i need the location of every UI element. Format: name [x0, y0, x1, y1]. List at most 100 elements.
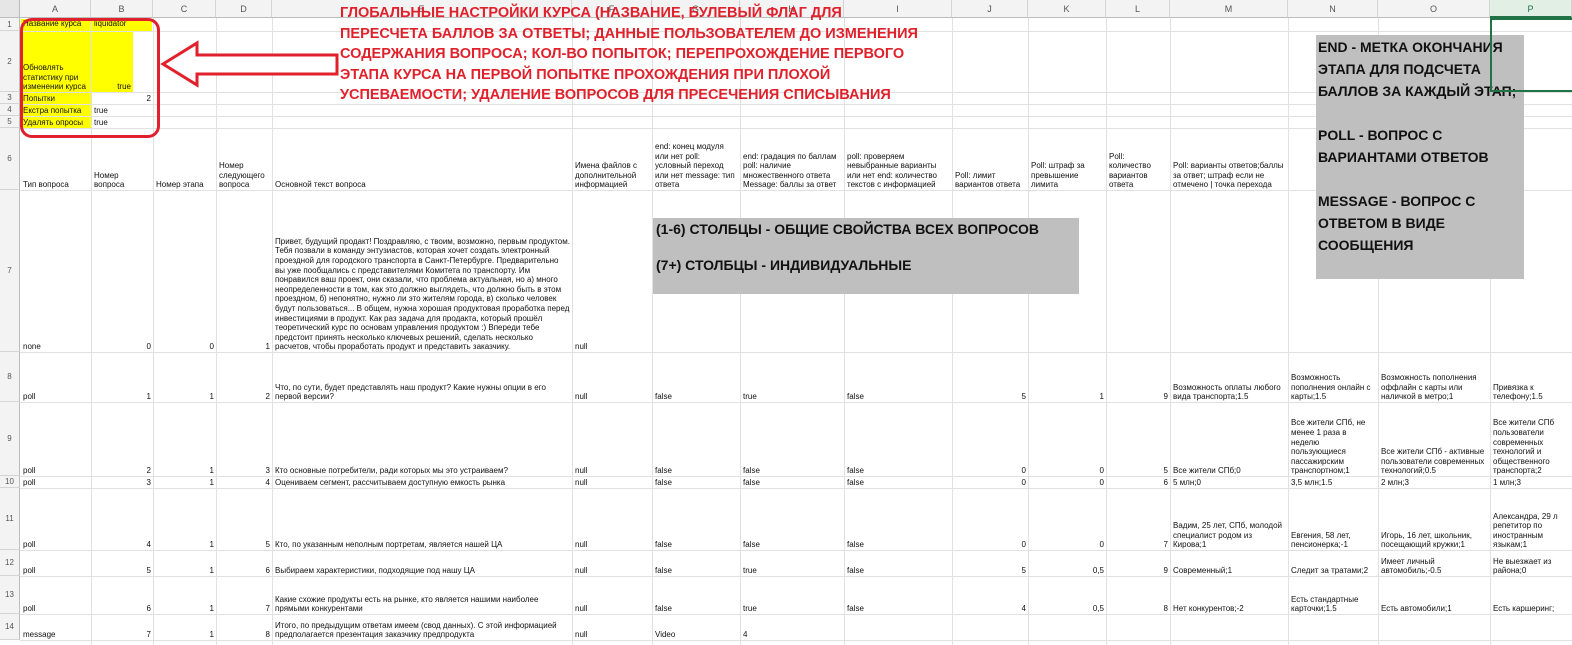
- column-header-o[interactable]: O: [1378, 0, 1490, 18]
- select-all-corner[interactable]: [0, 0, 20, 18]
- cell-g14[interactable]: Video: [653, 615, 740, 640]
- delete-polls-label-cell[interactable]: Удалять опросы: [21, 117, 91, 128]
- column-header-b[interactable]: B: [91, 0, 153, 18]
- extra-attempt-value-cell[interactable]: true: [92, 105, 153, 116]
- row-header-7[interactable]: 7: [0, 190, 20, 352]
- cell-n9[interactable]: Все жители СПб, не менее 1 раза в неделю…: [1289, 403, 1378, 476]
- column-header-d[interactable]: D: [216, 0, 272, 18]
- column-header-a[interactable]: A: [20, 0, 91, 18]
- cell-l12[interactable]: 9: [1107, 551, 1170, 576]
- cell-p9[interactable]: Все жители СПб пользователи современных …: [1491, 403, 1572, 476]
- cell-j8[interactable]: 5: [953, 353, 1028, 402]
- cell-d8[interactable]: 2: [217, 353, 272, 402]
- update-stats-value-cell[interactable]: true: [92, 32, 133, 92]
- cell-l14[interactable]: [1107, 615, 1170, 640]
- cell-f8[interactable]: null: [573, 353, 652, 402]
- cell-o14[interactable]: [1379, 615, 1490, 640]
- cell-m7[interactable]: [1171, 191, 1288, 352]
- header-cell-d[interactable]: Номер следующего вопроса: [217, 129, 272, 190]
- cell-c9[interactable]: 1: [154, 403, 216, 476]
- course-name-label-cell[interactable]: Название курса: [21, 19, 91, 31]
- cell-l8[interactable]: 9: [1107, 353, 1170, 402]
- cell-k11[interactable]: 0: [1029, 489, 1106, 550]
- attempts-label-cell[interactable]: Попытки: [21, 93, 91, 104]
- header-cell-b[interactable]: Номер вопроса: [92, 129, 153, 190]
- cell-n12[interactable]: Следит за тратами;2: [1289, 551, 1378, 576]
- cell-b9[interactable]: 2: [92, 403, 153, 476]
- cell-c12[interactable]: 1: [154, 551, 216, 576]
- cell-h8[interactable]: true: [741, 353, 844, 402]
- cell-p10[interactable]: 1 млн;3: [1491, 477, 1572, 488]
- header-cell-f[interactable]: Имена файлов с дополнительной информацие…: [573, 129, 652, 190]
- column-header-c[interactable]: C: [153, 0, 216, 18]
- column-header-k[interactable]: K: [1028, 0, 1106, 18]
- row-header-8[interactable]: 8: [0, 352, 20, 402]
- cell-p12[interactable]: Не выезжает из района;0: [1491, 551, 1572, 576]
- course-name-value-cell[interactable]: liquidator: [92, 19, 152, 31]
- row-header-9[interactable]: 9: [0, 402, 20, 476]
- cell-a12[interactable]: poll: [21, 551, 91, 576]
- cell-f9[interactable]: null: [573, 403, 652, 476]
- cell-g13[interactable]: false: [653, 577, 740, 614]
- cell-m13[interactable]: Нет конкурентов;-2: [1171, 577, 1288, 614]
- cell-c13[interactable]: 1: [154, 577, 216, 614]
- cell-o10[interactable]: 2 млн;3: [1379, 477, 1490, 488]
- cell-n13[interactable]: Есть стандартные карточки;1.5: [1289, 577, 1378, 614]
- cell-k10[interactable]: 0: [1029, 477, 1106, 488]
- row-header-5[interactable]: 5: [0, 116, 20, 128]
- cell-a9[interactable]: poll: [21, 403, 91, 476]
- attempts-value-cell[interactable]: 2: [92, 93, 153, 104]
- row-header-13[interactable]: 13: [0, 576, 20, 614]
- update-stats-label-cell[interactable]: Обновлять статистику при изменении курса: [21, 32, 91, 92]
- column-header-m[interactable]: M: [1170, 0, 1288, 18]
- cell-e14[interactable]: Итого, по предыдущим ответам имеем (свод…: [273, 615, 572, 640]
- cell-k13[interactable]: 0,5: [1029, 577, 1106, 614]
- cell-l10[interactable]: 6: [1107, 477, 1170, 488]
- row-header-14[interactable]: 14: [0, 614, 20, 640]
- cell-b10[interactable]: 3: [92, 477, 153, 488]
- cell-m9[interactable]: Все жители СПб;0: [1171, 403, 1288, 476]
- row-header-4[interactable]: 4: [0, 104, 20, 116]
- header-cell-i[interactable]: poll: проверяем невыбранные варианты или…: [845, 129, 952, 190]
- cell-l9[interactable]: 5: [1107, 403, 1170, 476]
- cell-d14[interactable]: 8: [217, 615, 272, 640]
- cell-a7[interactable]: none: [21, 191, 91, 352]
- cell-j14[interactable]: [953, 615, 1028, 640]
- cell-g8[interactable]: false: [653, 353, 740, 402]
- row-header-6[interactable]: 6: [0, 128, 20, 190]
- cell-i13[interactable]: false: [845, 577, 952, 614]
- cell-i14[interactable]: [845, 615, 952, 640]
- row-header-10[interactable]: 10: [0, 476, 20, 488]
- cell-m8[interactable]: Возможность оплаты любого вида транспорт…: [1171, 353, 1288, 402]
- header-cell-k[interactable]: Poll: штраф за превышение лимита: [1029, 129, 1106, 190]
- cell-e10[interactable]: Оцениваем сегмент, рассчитываем доступну…: [273, 477, 572, 488]
- cell-g9[interactable]: false: [653, 403, 740, 476]
- cell-e7[interactable]: Привет, будущий продакт! Поздравляю, с т…: [273, 191, 572, 352]
- cell-a14[interactable]: message: [21, 615, 91, 640]
- cell-f14[interactable]: null: [573, 615, 652, 640]
- cell-e13[interactable]: Какие схожие продукты есть на рынке, кто…: [273, 577, 572, 614]
- cell-b13[interactable]: 6: [92, 577, 153, 614]
- header-cell-l[interactable]: Poll: количество вариантов ответа: [1107, 129, 1170, 190]
- cell-d7[interactable]: 1: [217, 191, 272, 352]
- cell-l13[interactable]: 8: [1107, 577, 1170, 614]
- header-cell-a[interactable]: Тип вопроса: [21, 129, 91, 190]
- cell-o12[interactable]: Имеет личный автомобиль;-0.5: [1379, 551, 1490, 576]
- row-header-3[interactable]: 3: [0, 92, 20, 104]
- cell-p13[interactable]: Есть каршеринг;: [1491, 577, 1572, 614]
- cell-k8[interactable]: 1: [1029, 353, 1106, 402]
- cell-m10[interactable]: 5 млн;0: [1171, 477, 1288, 488]
- cell-f12[interactable]: null: [573, 551, 652, 576]
- cell-p8[interactable]: Привязка к телефону;1.5: [1491, 353, 1572, 402]
- row-header-11[interactable]: 11: [0, 488, 20, 550]
- cell-e9[interactable]: Кто основные потребители, ради которых м…: [273, 403, 572, 476]
- cell-d9[interactable]: 3: [217, 403, 272, 476]
- cell-i11[interactable]: false: [845, 489, 952, 550]
- cell-b8[interactable]: 1: [92, 353, 153, 402]
- cell-n11[interactable]: Евгения, 58 лет, пенсионерка;-1: [1289, 489, 1378, 550]
- cell-d13[interactable]: 7: [217, 577, 272, 614]
- cell-b14[interactable]: 7: [92, 615, 153, 640]
- cell-o13[interactable]: Есть автомобили;1: [1379, 577, 1490, 614]
- extra-attempt-label-cell[interactable]: Екстра попытка: [21, 105, 91, 116]
- header-cell-m[interactable]: Poll: варианты ответов;баллы за ответ; ш…: [1171, 129, 1288, 190]
